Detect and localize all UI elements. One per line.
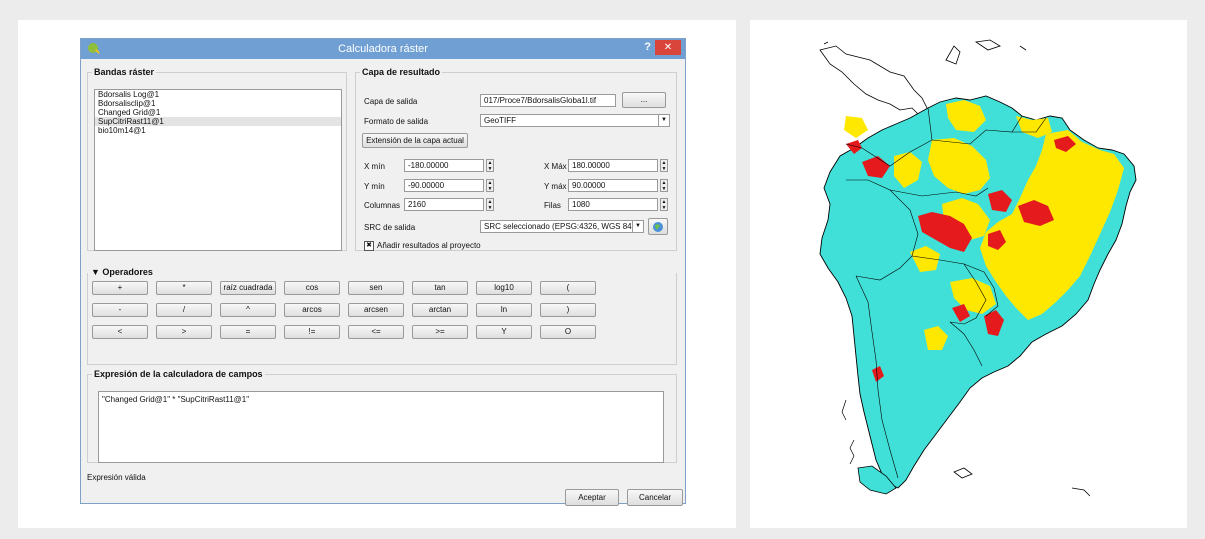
operator-button[interactable]: >=	[412, 325, 468, 339]
columns-spinner[interactable]: ▲ ▼	[486, 198, 494, 211]
output-layer-label: Capa de salida	[364, 97, 418, 106]
list-item[interactable]: SupCitriRast11@1	[95, 117, 341, 126]
operator-button[interactable]: *	[156, 281, 212, 295]
operator-button[interactable]: (	[540, 281, 596, 295]
operator-button[interactable]: !=	[284, 325, 340, 339]
title-bar[interactable]: Calculadora ráster ? ✕	[81, 39, 685, 59]
xmin-field[interactable]: -180.00000	[404, 159, 484, 172]
help-button[interactable]: ?	[644, 41, 651, 53]
ymin-label: Y mín	[364, 182, 385, 191]
close-button[interactable]: ✕	[655, 40, 681, 55]
operator-button[interactable]: log10	[476, 281, 532, 295]
rows-label: Filas	[544, 201, 561, 210]
south-america-map	[819, 39, 1137, 497]
xmin-label: X mín	[364, 162, 385, 171]
result-layer-legend: Capa de resultado	[362, 67, 441, 77]
xmax-label: X Máx	[544, 162, 567, 171]
crs-selector-button[interactable]	[648, 218, 668, 235]
chile-coast-islands	[841, 399, 855, 465]
operator-button[interactable]: cos	[284, 281, 340, 295]
browse-button[interactable]: ...	[622, 92, 666, 108]
chevron-down-icon: ▼	[632, 221, 643, 232]
dialog-title: Calculadora ráster	[338, 43, 428, 55]
operator-button[interactable]: /	[156, 303, 212, 317]
operator-button[interactable]: <=	[348, 325, 404, 339]
xmax-field[interactable]: 180.00000	[568, 159, 658, 172]
operator-button[interactable]: O	[540, 325, 596, 339]
right-map-panel	[750, 20, 1187, 528]
operator-button[interactable]: ln	[476, 303, 532, 317]
list-item[interactable]: bio10m14@1	[95, 126, 341, 135]
operator-button[interactable]: arcsen	[348, 303, 404, 317]
operator-button[interactable]: <	[92, 325, 148, 339]
expression-status: Expresión válida	[87, 473, 146, 482]
ymin-spinner[interactable]: ▲ ▼	[486, 179, 494, 192]
operators-group: + * raíz cuadrada cos sen tan log10(- / ^ arcos ar…	[87, 273, 677, 365]
ymin-field[interactable]: -90.00000	[404, 179, 484, 192]
expression-legend: Expresión de la calculadora de campos	[94, 369, 263, 379]
raster-bands-list[interactable]: Bdorsalis Log@1 Bdorsalisclip@1 Changed …	[94, 89, 342, 251]
add-to-project-label: Añadir resultados al proyecto	[377, 241, 481, 250]
list-item[interactable]: Bdorsalisclip@1	[95, 99, 341, 108]
output-layer-field[interactable]: 017/Proce7/BdorsalisGloba1l.tif	[480, 94, 616, 107]
xmax-spinner[interactable]: ▲ ▼	[660, 159, 668, 172]
operator-button[interactable]: sen	[348, 281, 404, 295]
left-screenshot-panel: Calculadora ráster ? ✕ Bandas ráster Bdo…	[18, 20, 736, 528]
output-crs-label: SRC de salida	[364, 223, 416, 232]
falkland-islands	[953, 467, 1091, 497]
operator-button[interactable]: -	[92, 303, 148, 317]
list-item[interactable]: Bdorsalis Log@1	[95, 90, 341, 99]
columns-label: Columnas	[364, 201, 401, 210]
ymax-spinner[interactable]: ▲ ▼	[660, 179, 668, 192]
operator-button[interactable]: +	[92, 281, 148, 295]
expression-editor[interactable]: "Changed Grid@1" * "SupCitriRast11@1"	[98, 391, 664, 463]
output-format-value: GeoTIFF	[484, 116, 517, 125]
operator-button[interactable]: ^	[220, 303, 276, 317]
add-to-project-checkbox[interactable]: ✖	[364, 241, 374, 251]
xmin-spinner[interactable]: ▲ ▼	[486, 159, 494, 172]
operator-button[interactable]: arcos	[284, 303, 340, 317]
operator-button[interactable]: raíz cuadrada	[220, 281, 276, 295]
expression-group: Expresión de la calculadora de campos "C…	[87, 369, 677, 463]
output-crs-value: SRC seleccionado (EPSG:4326, WGS 84	[484, 222, 632, 231]
operator-button[interactable]: tan	[412, 281, 468, 295]
rows-field[interactable]: 1080	[568, 198, 658, 211]
operator-button[interactable]: =	[220, 325, 276, 339]
operator-button[interactable]: arctan	[412, 303, 468, 317]
ok-button[interactable]: Aceptar	[565, 489, 619, 506]
chevron-down-icon: ▼	[658, 115, 669, 126]
raster-bands-group: Bandas ráster Bdorsalis Log@1 Bdorsalisc…	[87, 67, 347, 251]
output-crs-select[interactable]: SRC seleccionado (EPSG:4326, WGS 84 ▼	[480, 220, 644, 233]
current-layer-extent-button[interactable]: Extensión de la capa actual	[362, 133, 468, 148]
columns-field[interactable]: 2160	[404, 198, 484, 211]
result-layer-group: Capa de resultado Capa de salida 017/Pro…	[355, 67, 677, 251]
rows-spinner[interactable]: ▲ ▼	[660, 198, 668, 211]
operator-button[interactable]: Y	[476, 325, 532, 339]
raster-bands-legend: Bandas ráster	[94, 67, 155, 77]
globe-icon	[653, 222, 663, 232]
ymax-label: Y máx	[544, 182, 567, 191]
raster-calculator-dialog: Calculadora ráster ? ✕ Bandas ráster Bdo…	[80, 38, 686, 506]
list-item[interactable]: Changed Grid@1	[95, 108, 341, 117]
ymax-field[interactable]: 90.00000	[568, 179, 658, 192]
cancel-button[interactable]: Cancelar	[627, 489, 683, 506]
output-format-label: Formato de salida	[364, 117, 429, 126]
output-format-select[interactable]: GeoTIFF ▼	[480, 114, 670, 127]
operator-button[interactable]: >	[156, 325, 212, 339]
operator-button[interactable]: )	[540, 303, 596, 317]
